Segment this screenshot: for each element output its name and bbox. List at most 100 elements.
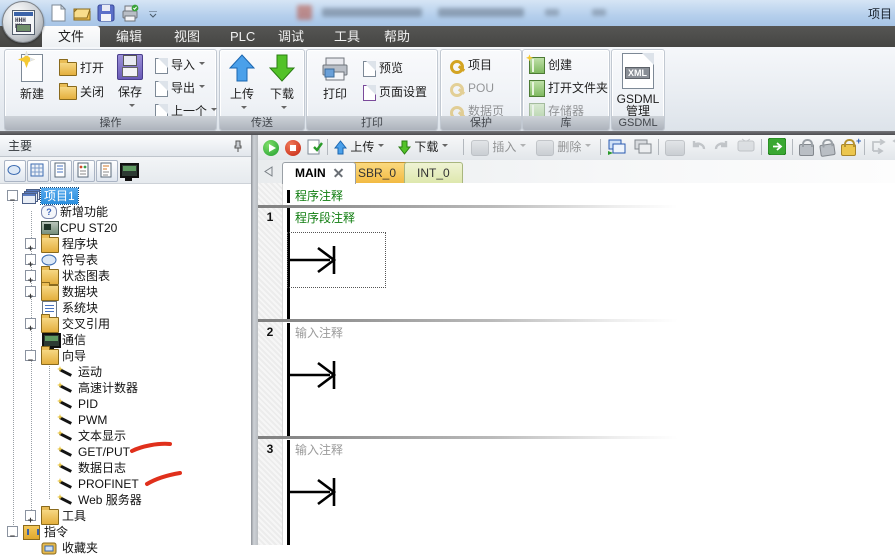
ladder-canvas[interactable]: 程序注释 1 程序段注释 2 输入注释 3 输入注释 (258, 183, 895, 545)
tree-item-pid[interactable]: PID (0, 396, 251, 412)
preview-button[interactable]: 预览 (363, 58, 403, 78)
quick-save-button[interactable] (96, 3, 116, 23)
tree-item-status-chart[interactable]: 状态图表 (0, 268, 251, 284)
rung-arrow[interactable] (288, 472, 354, 512)
collapse-icon[interactable] (25, 350, 36, 361)
view-system-block-button[interactable] (73, 160, 95, 182)
page-setup-icon (363, 85, 376, 101)
download-toolbar-button[interactable]: 下载 (398, 138, 448, 156)
view-communication-button[interactable] (119, 160, 139, 180)
upload-dropdown-icon[interactable] (241, 106, 247, 112)
export-dropdown-icon[interactable] (199, 85, 205, 91)
protect-project-button[interactable]: 项目 (449, 55, 492, 75)
previous-dropdown-icon[interactable] (211, 108, 217, 114)
export-button[interactable]: 导出 (155, 78, 205, 98)
library-create-button[interactable]: 创建 (529, 55, 572, 75)
tree-item-pwm[interactable]: PWM (0, 412, 251, 428)
go-button[interactable] (768, 138, 786, 156)
import-dropdown-icon[interactable] (199, 62, 205, 68)
pou-gray-button[interactable] (633, 138, 653, 156)
expand-icon[interactable] (25, 238, 36, 249)
expand-icon[interactable] (25, 318, 36, 329)
quick-new-button[interactable] (48, 3, 68, 23)
collapse-icon[interactable] (7, 190, 18, 201)
tree-item-whats-new[interactable]: ? 新增功能 (0, 204, 251, 220)
tree-item-system-block[interactable]: 系统块 (0, 300, 251, 316)
tree-item-profinet[interactable]: PROFINET (0, 476, 251, 492)
view-status-chart-button[interactable] (27, 160, 49, 182)
tree-item-favorites[interactable]: 收藏夹 (0, 540, 251, 556)
application-button[interactable]: HHHHH (2, 1, 44, 43)
download-dropdown-icon[interactable] (442, 144, 448, 150)
tree-item-text-display[interactable]: 文本显示 (0, 428, 251, 444)
network-comment[interactable]: 输入注释 (295, 441, 343, 458)
save-button[interactable]: 保存 (109, 54, 151, 114)
tree-item-cross-reference[interactable]: 交叉引用 (0, 316, 251, 332)
run-button[interactable] (263, 138, 279, 156)
menu-tab-help[interactable]: 帮助 (368, 26, 426, 47)
tree-item-high-speed-counter[interactable]: 高速计数器 (0, 380, 251, 396)
save-dropdown-icon[interactable] (129, 104, 135, 110)
tree-item-data-block[interactable]: 数据块 (0, 284, 251, 300)
instructions-icon (23, 525, 40, 540)
network-comment[interactable]: 输入注释 (295, 324, 343, 341)
gsdml-manage-button[interactable]: XML GSDML管理 (615, 53, 661, 117)
rung-arrow[interactable] (288, 355, 354, 395)
expand-icon[interactable] (25, 254, 36, 265)
tree-item-web-server[interactable]: Web 服务器 (0, 492, 251, 508)
stop-button[interactable] (285, 138, 301, 156)
upload-button[interactable]: 上传 (223, 54, 261, 116)
tree-item-data-log[interactable]: 数据日志 (0, 460, 251, 476)
lock-icon[interactable] (799, 138, 814, 156)
editor-tab-strip: MAIN SBR_0 INT_0 (258, 160, 895, 183)
tab-int0[interactable]: INT_0 (404, 162, 463, 184)
lock-add-icon[interactable]: + (841, 138, 861, 156)
tree-item-get-put[interactable]: GET/PUT (0, 444, 251, 460)
tree-item-symbol-table[interactable]: 符号表 (0, 252, 251, 268)
tree-item-communication[interactable]: 通信 (0, 332, 251, 348)
print-button[interactable]: 打印 (313, 56, 357, 102)
expand-icon[interactable] (25, 270, 36, 281)
upload-toolbar-button[interactable]: 上传 (334, 138, 384, 156)
tree-item-program-block[interactable]: 程序块 (0, 236, 251, 252)
pin-icon[interactable] (233, 140, 243, 152)
tree-item-cpu[interactable]: CPU ST20 (0, 220, 251, 236)
quick-access-overflow-icon[interactable] (148, 8, 158, 22)
network-comment[interactable]: 程序段注释 (295, 209, 355, 226)
tree-item-project[interactable]: 项目1 (0, 188, 251, 204)
import-button[interactable]: 导入 (155, 55, 205, 75)
menu-tab-edit[interactable]: 编辑 (100, 26, 158, 47)
library-open-folder-button[interactable]: 打开文件夹 (529, 78, 608, 98)
open-button[interactable]: 打开 (59, 58, 104, 78)
quick-print-button[interactable] (120, 3, 140, 23)
view-cross-reference-button[interactable] (96, 160, 118, 182)
panel-splitter[interactable] (251, 135, 258, 545)
expand-icon[interactable] (25, 510, 36, 521)
pou-blue-button[interactable] (607, 138, 627, 156)
rung-arrow[interactable] (288, 240, 354, 280)
download-button[interactable]: 下载 (263, 54, 301, 116)
quick-open-button[interactable] (72, 3, 92, 23)
download-dropdown-icon[interactable] (281, 106, 287, 112)
close-button[interactable]: 关闭 (59, 82, 104, 102)
unlock-icon[interactable] (820, 138, 835, 156)
close-tab-icon[interactable] (334, 168, 343, 177)
compile-button[interactable] (307, 138, 323, 156)
program-comment[interactable]: 程序注释 (295, 187, 343, 204)
upload-dropdown-icon[interactable] (378, 144, 384, 150)
tree-item-tools[interactable]: 工具 (0, 508, 251, 524)
new-button[interactable]: 新建 (9, 54, 55, 102)
menu-tab-view[interactable]: 视图 (158, 26, 216, 47)
tree-item-instructions[interactable]: 指令 (0, 524, 251, 540)
collapse-icon[interactable] (7, 526, 18, 537)
expand-icon[interactable] (25, 286, 36, 297)
menu-tab-debug[interactable]: 调试 (262, 26, 320, 47)
tab-main[interactable]: MAIN (282, 162, 356, 184)
menu-tab-file[interactable]: 文件 (42, 26, 100, 47)
view-data-block-button[interactable] (50, 160, 72, 182)
tree-item-motion[interactable]: 运动 (0, 364, 251, 380)
page-setup-button[interactable]: 页面设置 (363, 82, 427, 102)
tree-item-wizard[interactable]: 向导 (0, 348, 251, 364)
view-symbol-table-button[interactable] (4, 160, 26, 182)
tab-scroll-left-icon[interactable] (264, 166, 273, 177)
